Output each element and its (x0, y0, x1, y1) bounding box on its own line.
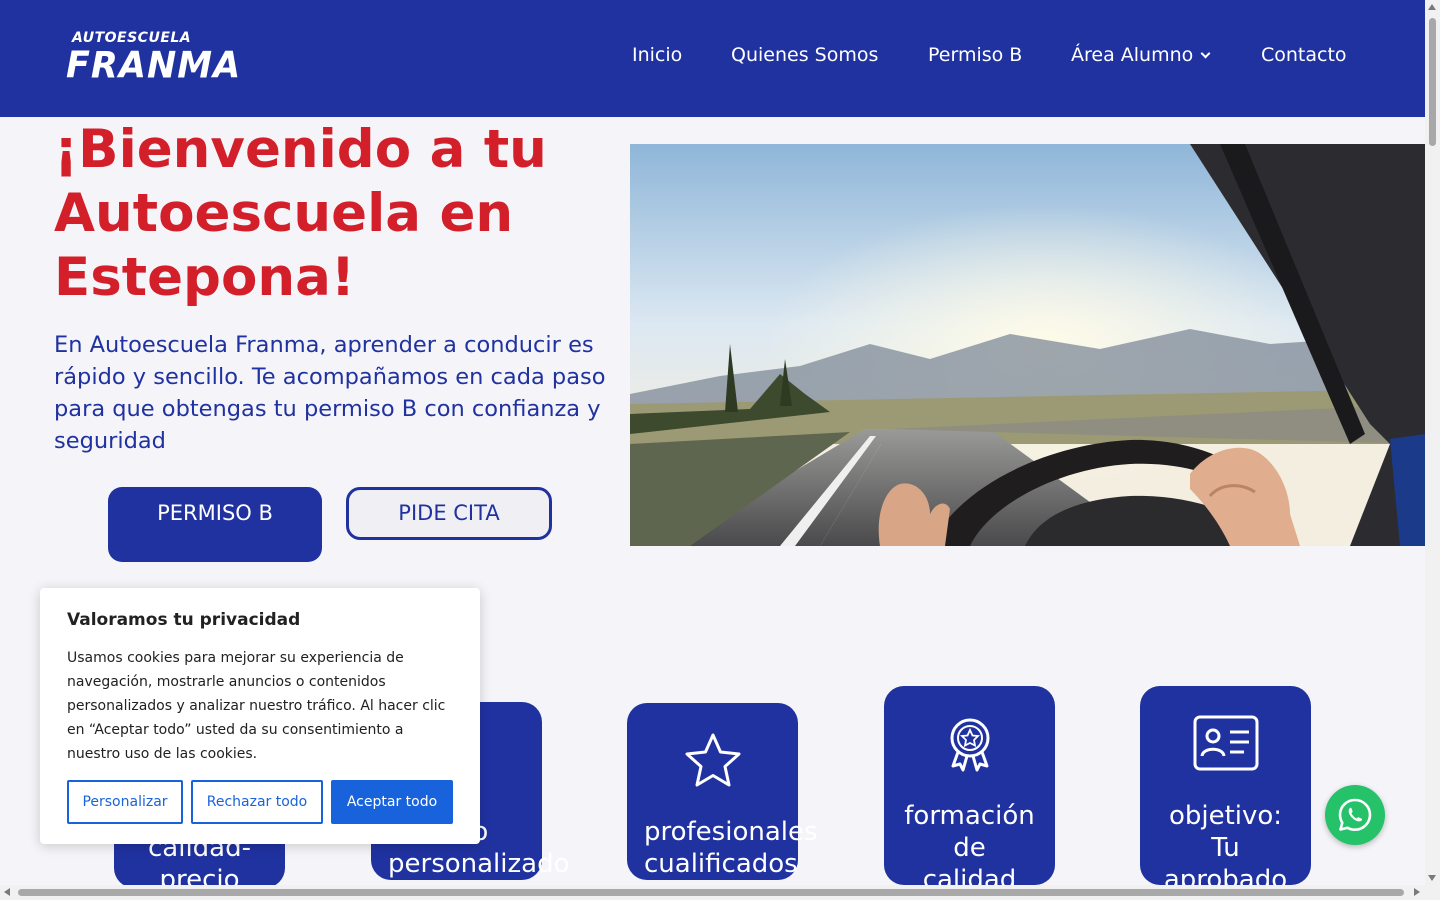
permiso-b-button[interactable]: PERMISO B (108, 487, 322, 562)
nav-item-contacto[interactable]: Contacto (1261, 44, 1347, 66)
nav-item-permiso-b[interactable]: Permiso B (928, 44, 1022, 66)
feature-card-label: objetivo: (1168, 801, 1283, 831)
permiso-b-button-label: PERMISO B (157, 501, 273, 525)
scroll-down-arrow-icon[interactable] (1428, 875, 1436, 881)
feature-card-profesionales: profesionales cualificados (627, 703, 818, 880)
cookie-text: Usamos cookies para mejorar su experienc… (67, 650, 446, 762)
feature-card-label: Tu (1211, 833, 1240, 863)
hero-title: ¡Bienvenido a tu Autoescuela en Estepona… (54, 119, 547, 308)
hero-description: En Autoescuela Franma, aprender a conduc… (54, 332, 606, 454)
award-icon (950, 718, 989, 772)
star-icon (685, 733, 740, 787)
customize-cookies-button[interactable]: Personalizar (67, 780, 183, 824)
cookie-title: Valoramos tu privacidad (67, 610, 301, 630)
accept-cookies-button[interactable]: Aceptar todo (331, 780, 453, 824)
vertical-scrollbar[interactable] (1425, 0, 1440, 885)
hero-image-driving (630, 144, 1425, 546)
horizontal-scrollbar[interactable] (0, 885, 1440, 900)
nav-item-quienes-somos[interactable]: Quienes Somos (731, 44, 878, 66)
pide-cita-button[interactable]: PIDE CITA (346, 487, 552, 540)
feature-card-formacion: formación de calidad (884, 686, 1055, 885)
whatsapp-icon (1338, 798, 1372, 831)
reject-cookies-button[interactable]: Rechazar todo (191, 780, 323, 824)
vertical-scrollbar-thumb[interactable] (1429, 18, 1436, 146)
feature-card-label: personalizado (388, 849, 570, 879)
feature-card-label: cualificados (644, 849, 798, 879)
feature-card-objetivo: objetivo: Tu aprobado (1140, 686, 1311, 885)
chevron-down-icon (1200, 48, 1211, 59)
feature-card-label: aprobado (1163, 865, 1288, 885)
whatsapp-button[interactable] (1325, 785, 1385, 845)
nav-item-inicio[interactable]: Inicio (632, 44, 682, 66)
id-card-icon (1193, 715, 1258, 771)
feature-card-label: calidad (922, 865, 1017, 885)
main-nav: Inicio Quienes Somos Permiso B Área Alum… (0, 44, 1425, 74)
cookie-consent-dialog: Valoramos tu privacidad Usamos cookies p… (40, 588, 480, 844)
feature-card-label: formación (904, 801, 1035, 831)
horizontal-scrollbar-thumb[interactable] (18, 889, 1404, 896)
scroll-right-arrow-icon[interactable] (1414, 888, 1420, 896)
nav-item-area-alumno[interactable]: Área Alumno (1071, 44, 1211, 66)
feature-card-label: profesionales (644, 817, 818, 847)
scroll-up-arrow-icon[interactable] (1428, 4, 1436, 10)
scroll-left-arrow-icon[interactable] (4, 888, 10, 896)
nav-item-area-alumno-label: Área Alumno (1071, 44, 1194, 66)
site-header: AUTOESCUELA FRANMA Inicio Quienes Somos … (0, 0, 1425, 117)
feature-card-label: de (953, 833, 986, 863)
